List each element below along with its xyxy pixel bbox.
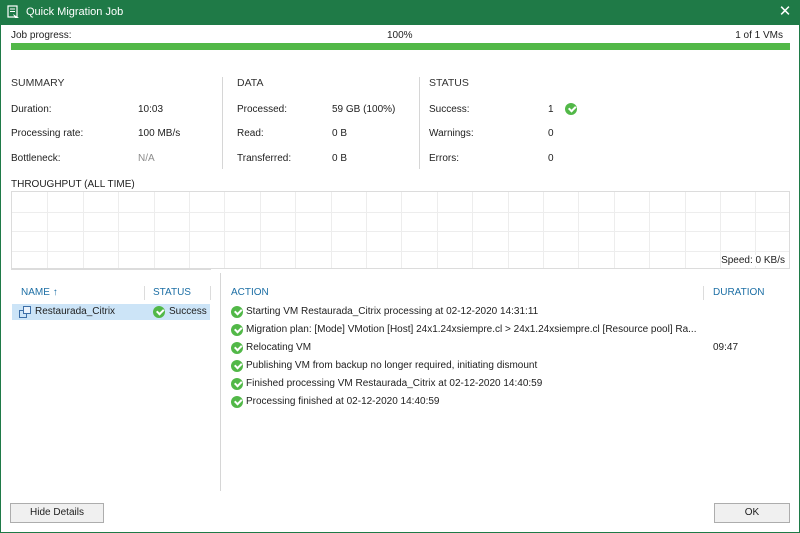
speed-readout: Speed: 0 KB/s [721, 255, 785, 266]
log-text: Processing finished at 02-12-2020 14:40:… [246, 396, 440, 407]
processed-value: 59 GB (100%) [332, 104, 396, 115]
warnings-label: Warnings: [429, 128, 474, 139]
processing-rate-value: 100 MB/s [138, 128, 181, 139]
warnings-value: 0 [548, 128, 554, 139]
chart-gridline [259, 192, 261, 268]
window-title: Quick Migration Job [26, 6, 124, 18]
data-title: DATA [237, 77, 264, 89]
close-button[interactable]: ✕ [770, 0, 800, 25]
chart-gridline [330, 192, 332, 268]
chart-gridline [401, 192, 403, 268]
panel-divider [220, 273, 221, 491]
errors-label: Errors: [429, 153, 459, 164]
throughput-title: THROUGHPUT (ALL TIME) [11, 179, 135, 190]
ok-button[interactable]: OK [714, 503, 790, 523]
log-text: Relocating VM [246, 342, 312, 353]
log-text: Migration plan: [Mode] VMotion [Host] 24… [246, 324, 697, 335]
progress-count: 1 of 1 VMs [735, 30, 783, 41]
log-text: Starting VM Restaurada_Citrix processing… [246, 306, 539, 317]
errors-value: 0 [548, 153, 554, 164]
chart-gridline [649, 192, 651, 268]
progress-percent: 100% [387, 30, 413, 41]
progress-bar-fill [11, 43, 790, 50]
job-icon [7, 5, 19, 18]
chart-gridline [12, 250, 789, 252]
vm-name: Restaurada_Citrix [35, 306, 116, 317]
chart-gridline [47, 192, 49, 268]
success-check-icon [231, 360, 243, 372]
chart-gridline [82, 192, 84, 268]
chart-gridline [684, 192, 686, 268]
chart-gridline [224, 192, 226, 268]
status-column-header[interactable]: STATUS [153, 287, 191, 298]
action-column-header[interactable]: ACTION [231, 287, 269, 298]
success-check-icon [231, 342, 243, 354]
success-check-icon [565, 103, 577, 115]
status-title: STATUS [429, 77, 469, 89]
hide-details-button[interactable]: Hide Details [10, 503, 104, 523]
progress-label: Job progress: [11, 30, 72, 41]
sort-ascending-icon: ↑ [52, 287, 58, 298]
success-value: 1 [548, 104, 554, 115]
chart-gridline [295, 192, 297, 268]
chart-gridline [118, 192, 120, 268]
duration-value: 10:03 [138, 104, 164, 115]
dialog-body: Job progress: 100% 1 of 1 VMs SUMMARY Du… [0, 25, 800, 533]
vm-icon [19, 306, 31, 318]
success-check-icon [153, 306, 165, 318]
section-divider [419, 77, 420, 169]
title-bar: Quick Migration Job ✕ [0, 0, 800, 25]
bottleneck-value: N/A [138, 153, 155, 164]
vm-status: Success [169, 306, 207, 317]
duration-label: Duration: [11, 104, 52, 115]
log-text: Publishing VM from backup no longer requ… [246, 360, 538, 371]
chart-gridline [578, 192, 580, 268]
summary-title: SUMMARY [11, 77, 65, 89]
chart-gridline [543, 192, 544, 268]
vm-list-panel [11, 269, 211, 494]
log-text: Finished processing VM Restaurada_Citrix… [246, 378, 543, 389]
chart-gridline [507, 192, 509, 268]
success-label: Success: [429, 104, 470, 115]
close-icon: ✕ [778, 3, 792, 20]
vm-list-row[interactable]: Restaurada_Citrix Success [12, 304, 210, 320]
throughput-chart: Speed: 0 KB/s [11, 191, 790, 269]
column-divider [210, 286, 211, 300]
chart-gridline [12, 231, 789, 232]
chart-gridline [189, 192, 190, 268]
read-label: Read: [237, 128, 264, 139]
column-divider [703, 286, 704, 300]
column-divider [144, 286, 145, 300]
processing-rate-label: Processing rate: [11, 128, 84, 139]
log-duration: 09:47 [713, 342, 739, 353]
success-check-icon [231, 378, 243, 390]
success-check-icon [231, 324, 243, 336]
chart-gridline [613, 192, 615, 268]
success-check-icon [231, 396, 243, 408]
progress-bar [11, 43, 790, 50]
name-column-header[interactable]: NAME ↑ [21, 287, 58, 298]
chart-gridline [366, 192, 367, 268]
chart-gridline [436, 192, 438, 268]
transferred-value: 0 B [332, 153, 348, 164]
chart-gridline [472, 192, 474, 268]
duration-column-header[interactable]: DURATION [713, 287, 764, 298]
bottleneck-label: Bottleneck: [11, 153, 61, 164]
processed-label: Processed: [237, 104, 288, 115]
success-check-icon [231, 306, 243, 318]
read-value: 0 B [332, 128, 348, 139]
chart-gridline [12, 211, 789, 213]
transferred-label: Transferred: [237, 153, 292, 164]
chart-gridline [153, 192, 155, 268]
section-divider [222, 77, 223, 169]
